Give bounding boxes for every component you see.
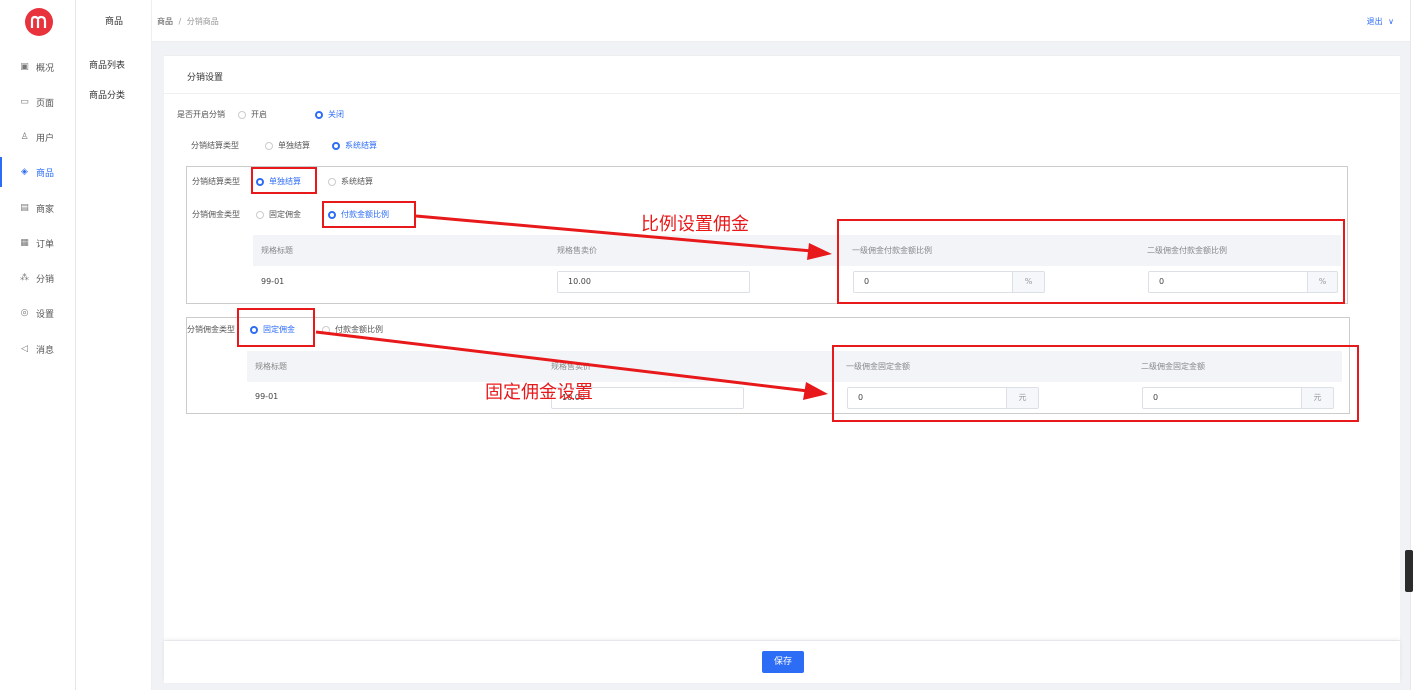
arrow-head-ratio: [807, 243, 832, 260]
annotation-ratio-label: 比例设置佣金: [641, 214, 749, 235]
annotation-arrows: [315, 214, 832, 400]
annotation-fixed-label: 固定佣金设置: [485, 382, 593, 403]
arrow-head-fixed: [803, 382, 828, 400]
save-button[interactable]: 保存: [762, 651, 804, 673]
arrow-line-ratio: [415, 214, 813, 253]
scroll-handle[interactable]: [1405, 550, 1413, 592]
footer-bar: 保存: [164, 641, 1400, 683]
